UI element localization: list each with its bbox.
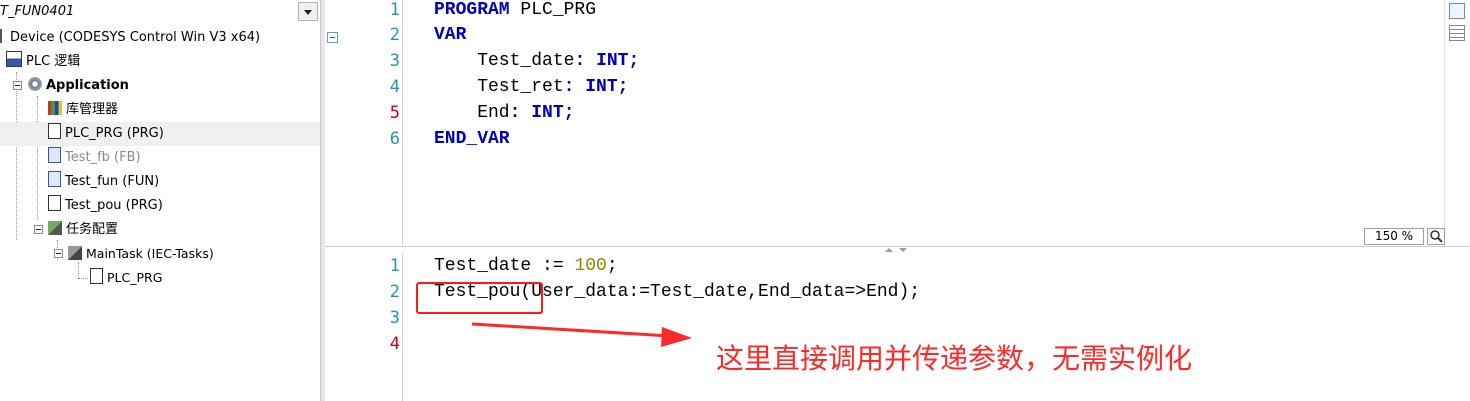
gutter-divider <box>402 253 403 401</box>
task-config-icon <box>48 221 62 235</box>
line-number: 6 <box>389 129 400 149</box>
line-number: 4 <box>389 77 400 97</box>
tree-node-plc-prg-call[interactable]: PLC_PRG <box>90 266 162 290</box>
plc-logic-icon <box>6 51 22 67</box>
code-line[interactable]: Test_date := 100; <box>434 256 618 276</box>
keyword: END_VAR <box>434 129 510 149</box>
semicolon: ; <box>628 51 640 71</box>
gear-icon <box>28 77 42 91</box>
colon: : <box>509 103 521 123</box>
zoom-level[interactable]: 150 % <box>1364 228 1424 245</box>
tree-node-device[interactable]: Device (CODESYS Control Win V3 x64) <box>0 26 260 50</box>
tree-node-application[interactable]: Application <box>28 74 129 98</box>
code-text: ; <box>606 256 618 276</box>
highlight-box <box>416 282 543 314</box>
tree-line <box>78 278 88 279</box>
program-call-icon <box>90 268 103 284</box>
project-dropdown-button[interactable] <box>298 2 318 21</box>
code-line[interactable]: PROGRAM PLC_PRG <box>434 0 596 20</box>
editor-splitter[interactable] <box>325 246 1470 253</box>
line-number: 5 <box>389 103 400 123</box>
variable-name: Test_ret <box>434 77 564 97</box>
pane-splitter[interactable] <box>320 0 325 401</box>
tree-node-library-manager[interactable]: 库管理器 <box>48 98 118 122</box>
project-title: T_FUN0401 <box>0 4 75 19</box>
collapse-toggle[interactable] <box>13 81 22 90</box>
editor-toolbar <box>1444 0 1470 246</box>
collapse-toggle[interactable] <box>54 249 63 258</box>
variable-name: End <box>434 103 510 123</box>
tabular-view-icon[interactable] <box>1449 25 1465 41</box>
tree-node-label: Test_pou (PRG) <box>65 198 163 213</box>
project-tree-header: T_FUN0401 <box>0 0 320 24</box>
zoom-icon[interactable] <box>1427 228 1445 245</box>
tree-node-label: Application <box>46 78 129 93</box>
tree-node-label: PLC_PRG <box>107 270 163 285</box>
tree-node-label: 库管理器 <box>66 102 119 117</box>
semicolon: ; <box>563 103 575 123</box>
tree-node-main-task[interactable]: MainTask (IEC-Tasks) <box>68 242 214 266</box>
line-number: 2 <box>389 282 400 302</box>
tree-node-label: Test_fun (FUN) <box>65 174 160 189</box>
line-number: 4 <box>389 334 400 354</box>
colon: : <box>574 51 586 71</box>
tree-node-label: Test_fb (FB) <box>65 150 141 165</box>
tree-node-label: PLC 逻辑 <box>26 54 81 69</box>
tree-line <box>37 96 38 220</box>
keyword: PROGRAM <box>434 0 510 20</box>
device-icon <box>0 29 6 43</box>
line-number: 1 <box>389 0 400 20</box>
program-icon <box>48 195 61 211</box>
tree-node-task-config[interactable]: 任务配置 <box>48 218 118 242</box>
tree-node-test-pou[interactable]: Test_pou (PRG) <box>48 194 163 218</box>
tree-node-label: PLC_PRG (PRG) <box>65 126 164 141</box>
semicolon: ; <box>617 77 629 97</box>
tree-node-plc-prg[interactable]: PLC_PRG (PRG) <box>0 122 320 146</box>
program-icon <box>48 123 61 139</box>
type-keyword: INT <box>531 103 564 123</box>
line-number: 3 <box>389 308 400 328</box>
textual-view-icon[interactable] <box>1449 3 1465 19</box>
colon: : <box>563 77 575 97</box>
tree-node-plc-logic[interactable]: PLC 逻辑 <box>6 50 80 74</box>
tree-node-label: Device (CODESYS Control Win V3 x64) <box>10 30 261 45</box>
line-number: 3 <box>389 51 400 71</box>
tree-node-test-fb[interactable]: Test_fb (FB) <box>48 146 141 170</box>
code-line[interactable]: VAR <box>434 25 466 45</box>
code-line[interactable]: Test_ret: INT; <box>434 77 628 97</box>
line-number: 1 <box>389 256 400 276</box>
project-tree-pane: T_FUN0401 Device (CODESYS Control Win V3… <box>0 0 320 401</box>
type-keyword: INT <box>585 77 618 97</box>
code-text: PLC_PRG <box>509 0 597 20</box>
type-keyword: INT <box>596 51 629 71</box>
function-icon <box>48 171 61 187</box>
number-literal: 100 <box>574 256 607 276</box>
tree-node-label: 任务配置 <box>66 222 119 237</box>
code-line[interactable]: End: INT; <box>434 103 574 123</box>
gutter-divider <box>402 0 403 246</box>
line-number: 2 <box>389 25 400 45</box>
variable-name: Test_date <box>434 51 575 71</box>
keyword: VAR <box>434 25 467 45</box>
code-line[interactable]: END_VAR <box>434 129 510 149</box>
tree-node-test-fun[interactable]: Test_fun (FUN) <box>48 170 159 194</box>
collapse-toggle[interactable] <box>34 225 43 234</box>
tree-node-label: MainTask (IEC-Tasks) <box>86 246 214 261</box>
function-block-icon <box>48 147 61 163</box>
code-text: Test_date := <box>434 256 575 276</box>
library-icon <box>48 101 62 115</box>
annotation-text: 这里直接调用并传递参数，无需实例化 <box>716 342 1193 375</box>
splitter-arrows-icon <box>885 248 907 252</box>
tree-line <box>16 72 17 240</box>
code-line[interactable]: Test_date: INT; <box>434 51 639 71</box>
arrow-icon <box>471 322 692 347</box>
task-icon <box>68 246 82 260</box>
